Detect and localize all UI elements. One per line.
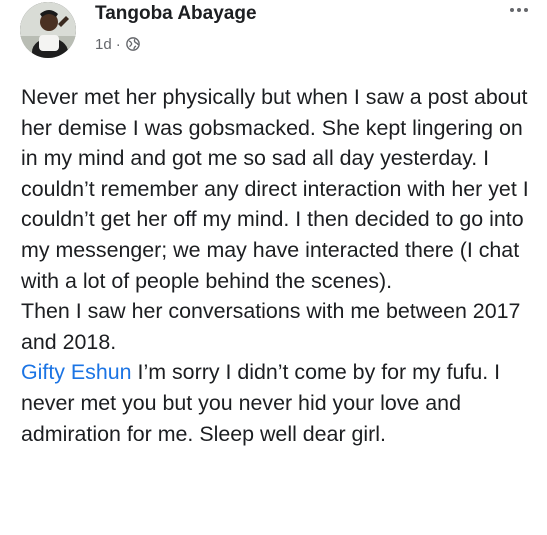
author-name[interactable]: Tangoba Abayage [95,3,257,25]
avatar-photo [20,2,76,58]
dot [517,8,521,12]
post-paragraph-3: Gifty Eshun I’m sorry I didn’t come by f… [21,357,541,449]
post-paragraph-1: Never met her physically but when I saw … [21,85,529,293]
meta-separator: · [115,35,121,53]
post-meta: 1d · [95,34,140,54]
globe-icon[interactable] [125,37,140,51]
avatar[interactable] [20,2,76,58]
dot [524,8,528,12]
post-timestamp[interactable]: 1d [95,36,112,53]
dot [510,8,514,12]
facebook-post: Tangoba Abayage 1d · Never met her physi… [0,0,547,535]
post-paragraph-2: Then I saw her conversations with me bet… [21,299,521,354]
mention-link[interactable]: Gifty Eshun [21,360,132,384]
post-body: Never met her physically but when I saw … [21,82,541,449]
more-options-icon[interactable] [505,2,533,18]
post-header: Tangoba Abayage 1d · [0,0,547,70]
